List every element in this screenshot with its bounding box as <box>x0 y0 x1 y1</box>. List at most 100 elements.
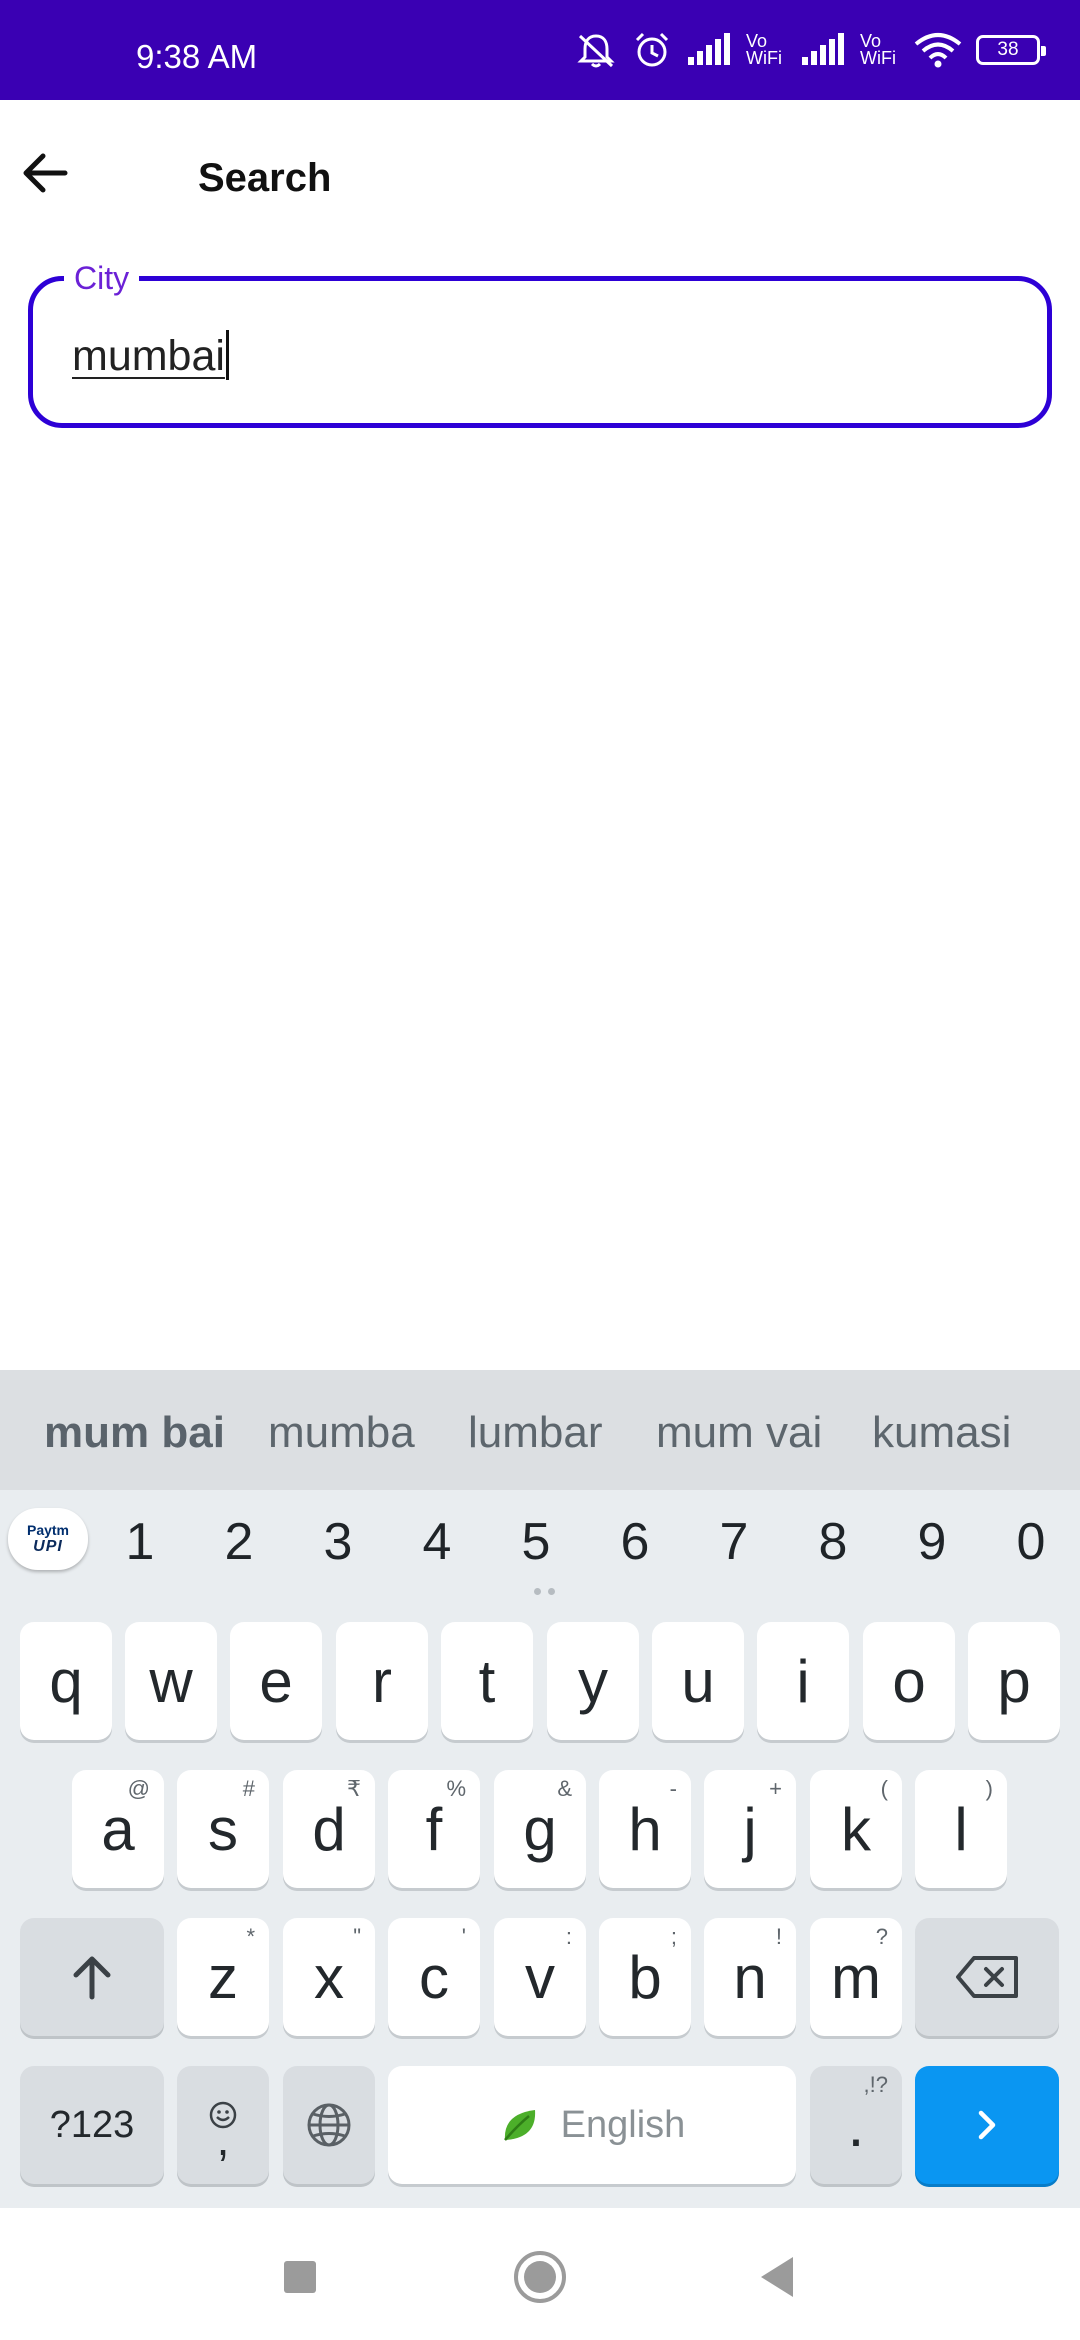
system-back-button[interactable] <box>742 2242 812 2312</box>
key-e[interactable]: e <box>230 1622 322 1740</box>
shift-key[interactable] <box>20 1918 164 2036</box>
key-u[interactable]: u <box>652 1622 744 1740</box>
key-label: f <box>425 1795 443 1863</box>
key-3[interactable]: 3 <box>308 1512 368 1572</box>
suggestion-bar: mum bai mumba lumbar mum vai kumasi <box>0 1370 1080 1490</box>
home-circle-icon <box>514 2251 566 2303</box>
key-label: p <box>997 1647 1031 1715</box>
suggestion-2[interactable]: mumba <box>268 1408 415 1458</box>
key-alt: ( <box>880 1776 888 1801</box>
key-label: u <box>681 1647 715 1715</box>
key-label: h <box>628 1795 662 1863</box>
key-a[interactable]: a @ <box>72 1770 164 1888</box>
text-cursor <box>225 330 229 380</box>
suggestion-5[interactable]: kumasi <box>872 1408 1011 1458</box>
key-label: o <box>892 1647 926 1715</box>
key-c[interactable]: c ' <box>388 1918 480 2036</box>
key-1[interactable]: 1 <box>110 1512 170 1572</box>
key-p[interactable]: p <box>968 1622 1060 1740</box>
key-alt: * <box>246 1924 255 1949</box>
key-label: l <box>954 1795 968 1863</box>
leaf-icon <box>503 2110 535 2141</box>
key-label: z <box>208 1943 238 2011</box>
key-label: g <box>523 1795 557 1863</box>
paytm-upi-button[interactable]: Paytm UPI <box>8 1508 88 1570</box>
key-label: w <box>149 1647 193 1715</box>
backspace-key[interactable] <box>915 1918 1059 2036</box>
key-label: x <box>314 1943 344 2011</box>
key-y[interactable]: y <box>547 1622 639 1740</box>
key-label: e <box>259 1647 293 1715</box>
suggestion-1[interactable]: mum bai <box>44 1408 225 1458</box>
key-label: n <box>733 1943 767 2011</box>
key-o[interactable]: o <box>863 1622 955 1740</box>
suggestion-4[interactable]: mum vai <box>656 1408 822 1458</box>
key-alt: + <box>769 1776 782 1801</box>
key-b[interactable]: b; <box>599 1918 691 2036</box>
period-key[interactable]: .,!? <box>810 2066 902 2184</box>
go-key[interactable] <box>915 2066 1059 2184</box>
key-alt: ; <box>670 1924 677 1949</box>
signal-icon <box>688 33 730 65</box>
key-2[interactable]: 2 <box>209 1512 269 1572</box>
key-d[interactable]: d ₹ <box>283 1770 375 1888</box>
suggestion-3[interactable]: lumbar <box>468 1408 603 1458</box>
key-7[interactable]: 7 <box>704 1512 764 1572</box>
city-input[interactable]: mumbai <box>72 330 229 381</box>
key-alt: ! <box>775 1924 782 1949</box>
key-f[interactable]: f% <box>388 1770 480 1888</box>
key-alt: " <box>353 1924 361 1949</box>
key-m[interactable]: m? <box>810 1918 902 2036</box>
wifi-icon <box>914 33 962 68</box>
key-alt: - <box>669 1776 677 1801</box>
status-icons: Vo WiFi Vo WiFi 38 <box>574 30 1046 70</box>
key-r[interactable]: r <box>336 1622 428 1740</box>
key-n[interactable]: n! <box>704 1918 796 2036</box>
home-button[interactable] <box>505 2242 575 2312</box>
key-q[interactable]: q <box>20 1622 112 1740</box>
mute-icon <box>577 34 615 68</box>
key-h[interactable]: h- <box>599 1770 691 1888</box>
emoji-comma-key[interactable]: , <box>177 2066 269 2184</box>
key-label: ?123 <box>49 2103 135 2146</box>
key-x[interactable]: x " <box>283 1918 375 2036</box>
back-button[interactable] <box>14 142 76 204</box>
language-key[interactable] <box>283 2066 375 2184</box>
key-alt: ₹ <box>347 1776 361 1801</box>
key-label: s <box>208 1795 238 1863</box>
vowifi-label-2: Vo WiFi <box>860 31 896 68</box>
key-z[interactable]: z * <box>177 1918 269 2036</box>
key-label: r <box>372 1647 392 1715</box>
vowifi-label: Vo WiFi <box>746 31 782 68</box>
key-w[interactable]: w <box>125 1622 217 1740</box>
key-k[interactable]: k( <box>810 1770 902 1888</box>
key-label: . <box>847 2091 865 2159</box>
key-s[interactable]: s # <box>177 1770 269 1888</box>
key-4[interactable]: 4 <box>407 1512 467 1572</box>
soft-keyboard: mum bai mumba lumbar mum vai kumasi Payt… <box>0 1370 1080 2208</box>
app-bar: Search <box>0 100 1080 256</box>
space-bar[interactable]: English <box>388 2066 796 2184</box>
city-field-label: City <box>64 260 140 297</box>
backspace-icon <box>956 1956 1018 1998</box>
key-i[interactable]: i <box>757 1622 849 1740</box>
key-l[interactable]: l) <box>915 1770 1007 1888</box>
key-5[interactable]: 5 <box>506 1512 566 1572</box>
key-9[interactable]: 9 <box>902 1512 962 1572</box>
key-8[interactable]: 8 <box>803 1512 863 1572</box>
symbols-key[interactable]: ?123 <box>20 2066 164 2184</box>
recents-button[interactable] <box>265 2242 335 2312</box>
keyboard-page-dots <box>534 1588 564 1598</box>
key-label: k <box>841 1795 871 1863</box>
upi-logo-text: UPI <box>33 1538 63 1555</box>
key-g[interactable]: g & <box>494 1770 586 1888</box>
key-label: b <box>628 1943 662 2011</box>
key-t[interactable]: t <box>441 1622 533 1740</box>
key-0[interactable]: 0 <box>1001 1512 1061 1572</box>
city-input-value: mumbai <box>72 332 225 380</box>
key-v[interactable]: v: <box>494 1918 586 2036</box>
key-j[interactable]: j + <box>704 1770 796 1888</box>
back-triangle-icon <box>761 2257 793 2297</box>
key-6[interactable]: 6 <box>605 1512 665 1572</box>
arrow-left-icon <box>23 153 68 193</box>
